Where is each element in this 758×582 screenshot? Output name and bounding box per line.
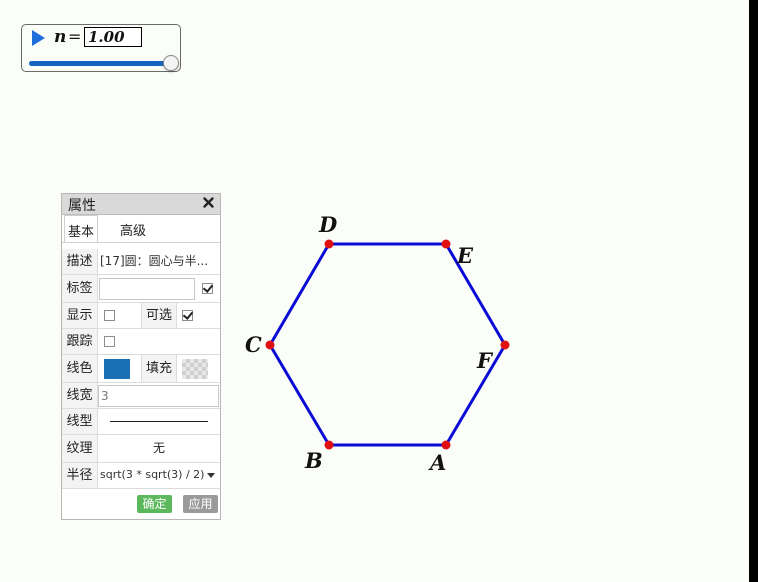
point-f[interactable] <box>500 340 510 350</box>
point-a[interactable] <box>441 440 451 450</box>
point-label-a: A <box>428 450 446 475</box>
point-c[interactable] <box>265 340 275 350</box>
point-label-e: E <box>456 243 474 268</box>
geometry-canvas: A B C D E F <box>245 212 510 475</box>
point-label-d: D <box>318 212 338 237</box>
point-label-b: B <box>304 448 323 473</box>
point-label-c: C <box>245 332 262 357</box>
point-d[interactable] <box>324 239 334 249</box>
hexagon-shape[interactable] <box>268 242 507 447</box>
point-e[interactable] <box>441 239 451 249</box>
point-b[interactable] <box>324 440 334 450</box>
point-label-f: F <box>476 348 494 373</box>
